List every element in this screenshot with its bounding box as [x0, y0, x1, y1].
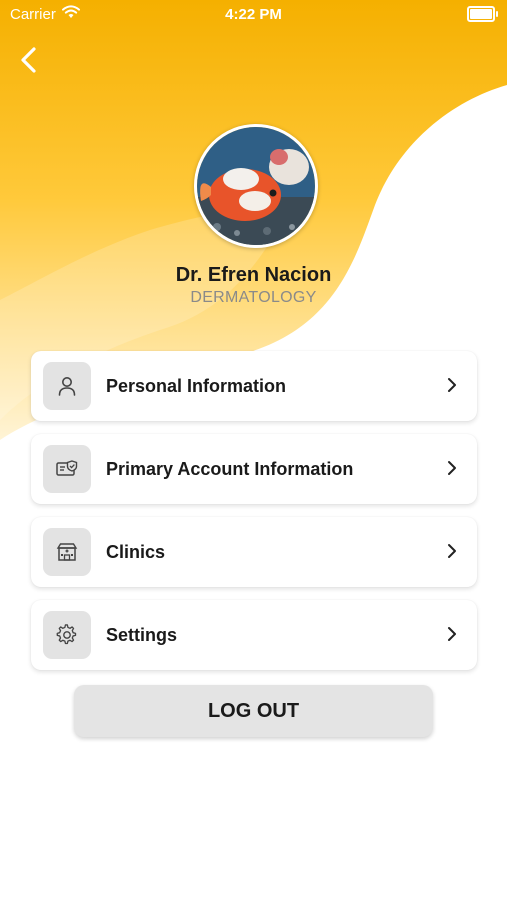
menu-label: Primary Account Information — [106, 459, 354, 479]
gear-icon — [56, 624, 77, 645]
chevron-right-icon — [448, 461, 456, 475]
chevron-right-icon — [448, 544, 456, 558]
menu-icon-tile — [43, 528, 91, 576]
profile-photo — [197, 127, 315, 245]
status-time: 4:22 PM — [225, 6, 282, 23]
menu-item-personal-information[interactable]: Personal Information — [31, 351, 477, 421]
logout-button[interactable]: LOG OUT — [74, 685, 433, 737]
menu-icon-tile — [43, 445, 91, 493]
clinic-building-icon — [56, 543, 78, 561]
menu-item-clinics[interactable]: Clinics — [31, 517, 477, 587]
doctor-name: Dr. Efren Nacion — [175, 264, 332, 286]
battery-icon — [467, 6, 498, 22]
chevron-right-icon — [448, 378, 456, 392]
menu-icon-tile — [43, 611, 91, 659]
menu-label: Clinics — [106, 542, 166, 562]
profile-menu: Personal Information Primary Account Inf… — [31, 351, 477, 683]
menu-icon-tile — [43, 362, 91, 410]
person-icon — [58, 377, 76, 396]
menu-label: Settings — [106, 625, 178, 645]
menu-item-primary-account-information[interactable]: Primary Account Information — [31, 434, 477, 504]
status-bar: Carrier 4:22 PM — [0, 0, 507, 28]
chevron-left-icon — [21, 47, 36, 73]
back-button[interactable] — [14, 44, 46, 76]
doctor-specialty: DERMATOLOGY — [190, 289, 317, 306]
chevron-right-icon — [448, 627, 456, 641]
menu-item-settings[interactable]: Settings — [31, 600, 477, 670]
account-card-icon — [56, 460, 78, 476]
avatar — [194, 124, 318, 248]
menu-label: Personal Information — [106, 376, 287, 396]
